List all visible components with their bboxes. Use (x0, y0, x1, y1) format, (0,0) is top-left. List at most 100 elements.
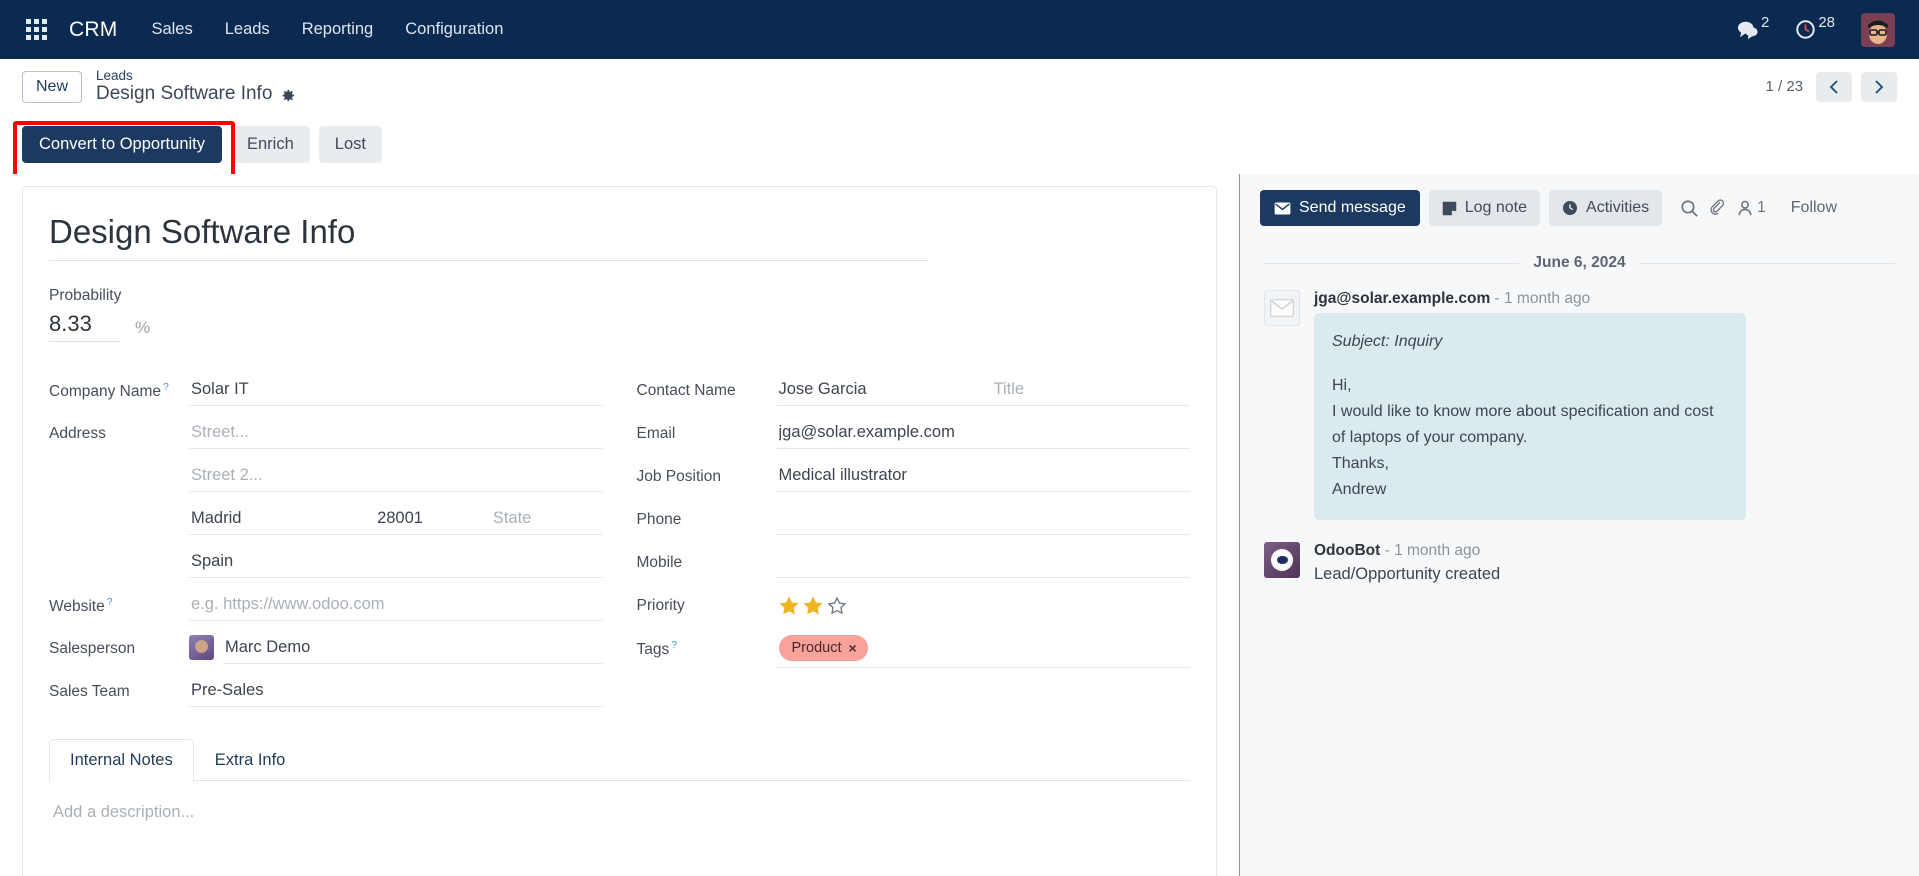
address-spacer-3 (49, 544, 189, 554)
chatter-message-list: jga@solar.example.com - 1 month agoSubje… (1240, 290, 1919, 584)
address-street2-input[interactable] (189, 458, 603, 492)
chevron-right-icon (1873, 79, 1885, 95)
salesperson-input[interactable] (223, 630, 603, 664)
contact-name-input[interactable] (777, 372, 992, 406)
contact-name-label: Contact Name (637, 372, 777, 399)
field-address-street: Address (49, 415, 603, 456)
record-body: Probability % Company Name? (0, 174, 1919, 876)
form-sheet: Probability % Company Name? (22, 186, 1217, 876)
form-column-right: Contact Name Email (637, 372, 1191, 716)
job-position-label: Job Position (637, 458, 777, 485)
field-mobile: Mobile (637, 544, 1191, 585)
chatter-followers-button[interactable]: 1 (1736, 199, 1766, 217)
company-name-help-icon[interactable]: ? (163, 381, 169, 393)
star-empty-icon[interactable] (827, 596, 847, 616)
star-filled-icon[interactable] (803, 596, 823, 616)
address-zip-input[interactable] (375, 501, 491, 535)
chatter-search-button[interactable] (1680, 199, 1699, 218)
follow-button[interactable]: Follow (1791, 199, 1837, 217)
breadcrumb-parent-leads[interactable]: Leads (96, 68, 295, 83)
pager-next-button[interactable] (1861, 72, 1897, 102)
enrich-button[interactable]: Enrich (231, 126, 310, 163)
nav-menu-reporting[interactable]: Reporting (302, 20, 374, 39)
apps-grid-icon[interactable] (26, 19, 47, 40)
avatar-image (1861, 13, 1895, 47)
chatter-date-separator: June 6, 2024 (1264, 254, 1895, 272)
address-city-input[interactable] (189, 501, 375, 535)
log-note-button[interactable]: Log note (1429, 190, 1540, 226)
control-panel-top: New Leads Design Software Info 1 / 23 (0, 59, 1919, 114)
record-pager: 1 / 23 (1765, 72, 1897, 102)
address-street-input[interactable] (189, 415, 603, 449)
user-avatar[interactable] (1861, 13, 1895, 47)
date-line-left (1264, 263, 1519, 264)
website-input[interactable] (189, 587, 603, 621)
app-brand-crm[interactable]: CRM (69, 18, 117, 42)
lost-button[interactable]: Lost (319, 126, 382, 163)
job-position-input[interactable] (777, 458, 1191, 492)
address-state-input[interactable] (491, 501, 603, 535)
messages-badge: 2 (1761, 14, 1769, 31)
tags-help-icon[interactable]: ? (671, 639, 677, 651)
convert-to-opportunity-button[interactable]: Convert to Opportunity (22, 126, 222, 163)
nav-menu-configuration[interactable]: Configuration (405, 20, 503, 39)
gear-icon[interactable] (280, 87, 295, 102)
message-timestamp: - 1 month ago (1380, 542, 1480, 559)
message-line: Thanks, (1332, 451, 1728, 477)
address-country-input[interactable] (189, 544, 603, 578)
nav-menu-leads[interactable]: Leads (225, 20, 270, 39)
message-author[interactable]: jga@solar.example.com (1314, 290, 1490, 307)
activities-clock-icon (1795, 19, 1816, 40)
mobile-label: Mobile (637, 544, 777, 571)
mobile-input[interactable] (777, 544, 1191, 578)
messages-menu[interactable]: 2 (1736, 20, 1769, 40)
website-help-icon[interactable]: ? (107, 596, 113, 608)
email-control (777, 415, 1191, 449)
message-header: OdooBot - 1 month ago (1314, 542, 1895, 560)
date-line-right (1640, 263, 1895, 264)
phone-control (777, 501, 1191, 535)
email-input[interactable] (777, 415, 1191, 449)
phone-input[interactable] (777, 501, 1191, 535)
sales-team-input[interactable] (189, 673, 603, 707)
salesperson-control (189, 630, 603, 664)
company-name-label: Company Name? (49, 372, 189, 400)
form-columns: Company Name? Address (49, 372, 1190, 716)
priority-star-rating[interactable] (777, 587, 847, 622)
chatter-attachment-button[interactable] (1708, 199, 1727, 218)
company-name-input[interactable] (189, 372, 603, 406)
message-header: jga@solar.example.com - 1 month ago (1314, 290, 1895, 308)
field-contact-name: Contact Name (637, 372, 1191, 413)
tags-input-area[interactable]: Product× (777, 630, 1191, 668)
priority-label: Priority (637, 587, 777, 614)
job-position-control (777, 458, 1191, 492)
probability-input[interactable] (49, 311, 121, 342)
search-icon (1680, 199, 1699, 218)
message-author[interactable]: OdooBot (1314, 542, 1380, 559)
message-line: I would like to know more about specific… (1332, 399, 1728, 451)
tab-extra-info[interactable]: Extra Info (194, 739, 307, 781)
activities-button[interactable]: Activities (1549, 190, 1662, 226)
send-message-button[interactable]: Send message (1260, 190, 1420, 226)
tag-chip[interactable]: Product× (779, 635, 868, 661)
priority-control (777, 587, 1191, 622)
internal-notes-editor[interactable]: Add a description... (49, 781, 1190, 844)
clock-icon (1562, 200, 1578, 216)
pager-previous-button[interactable] (1816, 72, 1852, 102)
nav-menu-sales[interactable]: Sales (151, 20, 192, 39)
contact-title-input[interactable] (992, 372, 1190, 406)
new-record-button[interactable]: New (22, 71, 82, 103)
tag-remove-icon[interactable]: × (848, 640, 856, 656)
message-body: OdooBot - 1 month agoLead/Opportunity cr… (1314, 542, 1895, 584)
star-filled-icon[interactable] (779, 596, 799, 616)
lead-title-input[interactable] (49, 213, 929, 261)
activities-menu[interactable]: 28 (1795, 19, 1835, 40)
field-tags: Tags? Product× (637, 630, 1191, 671)
tags-label-text: Tags (637, 641, 670, 658)
tags-label: Tags? (637, 630, 777, 658)
address-spacer-2 (49, 501, 189, 511)
message-line: Hi, (1332, 373, 1728, 399)
status-action-buttons: Convert to Opportunity Enrich Lost (0, 114, 1919, 174)
tab-internal-notes[interactable]: Internal Notes (49, 739, 194, 781)
field-email: Email (637, 415, 1191, 456)
